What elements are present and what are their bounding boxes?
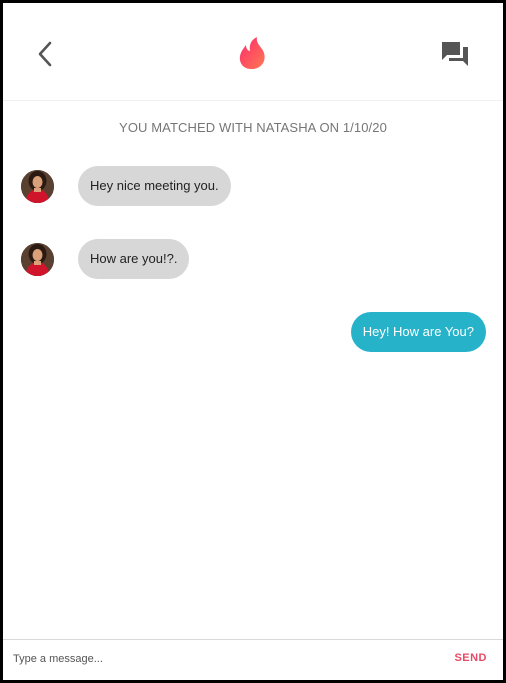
message-bubble-incoming: How are you!?. [78,239,190,279]
profile-photo [21,243,54,276]
chat-bubbles-icon [442,42,468,66]
chat-window: YOU MATCHED WITH NATASHA ON 1/10/20 Hey … [0,0,506,683]
messages-button[interactable] [441,41,469,67]
app-logo[interactable] [237,36,267,70]
message-composer: SEND [3,639,503,680]
avatar[interactable] [21,170,54,203]
chevron-left-icon [38,41,52,67]
message-input[interactable] [13,648,413,670]
profile-photo [21,170,54,203]
message-bubble-incoming: Hey nice meeting you. [78,166,231,206]
message-bubble-outgoing: Hey! How are You? [350,312,486,352]
match-banner: YOU MATCHED WITH NATASHA ON 1/10/20 [119,120,387,135]
back-button[interactable] [33,39,59,69]
chat-header [3,3,503,101]
avatar[interactable] [21,243,54,276]
flame-icon [239,37,265,69]
send-button[interactable]: SEND [454,652,487,664]
